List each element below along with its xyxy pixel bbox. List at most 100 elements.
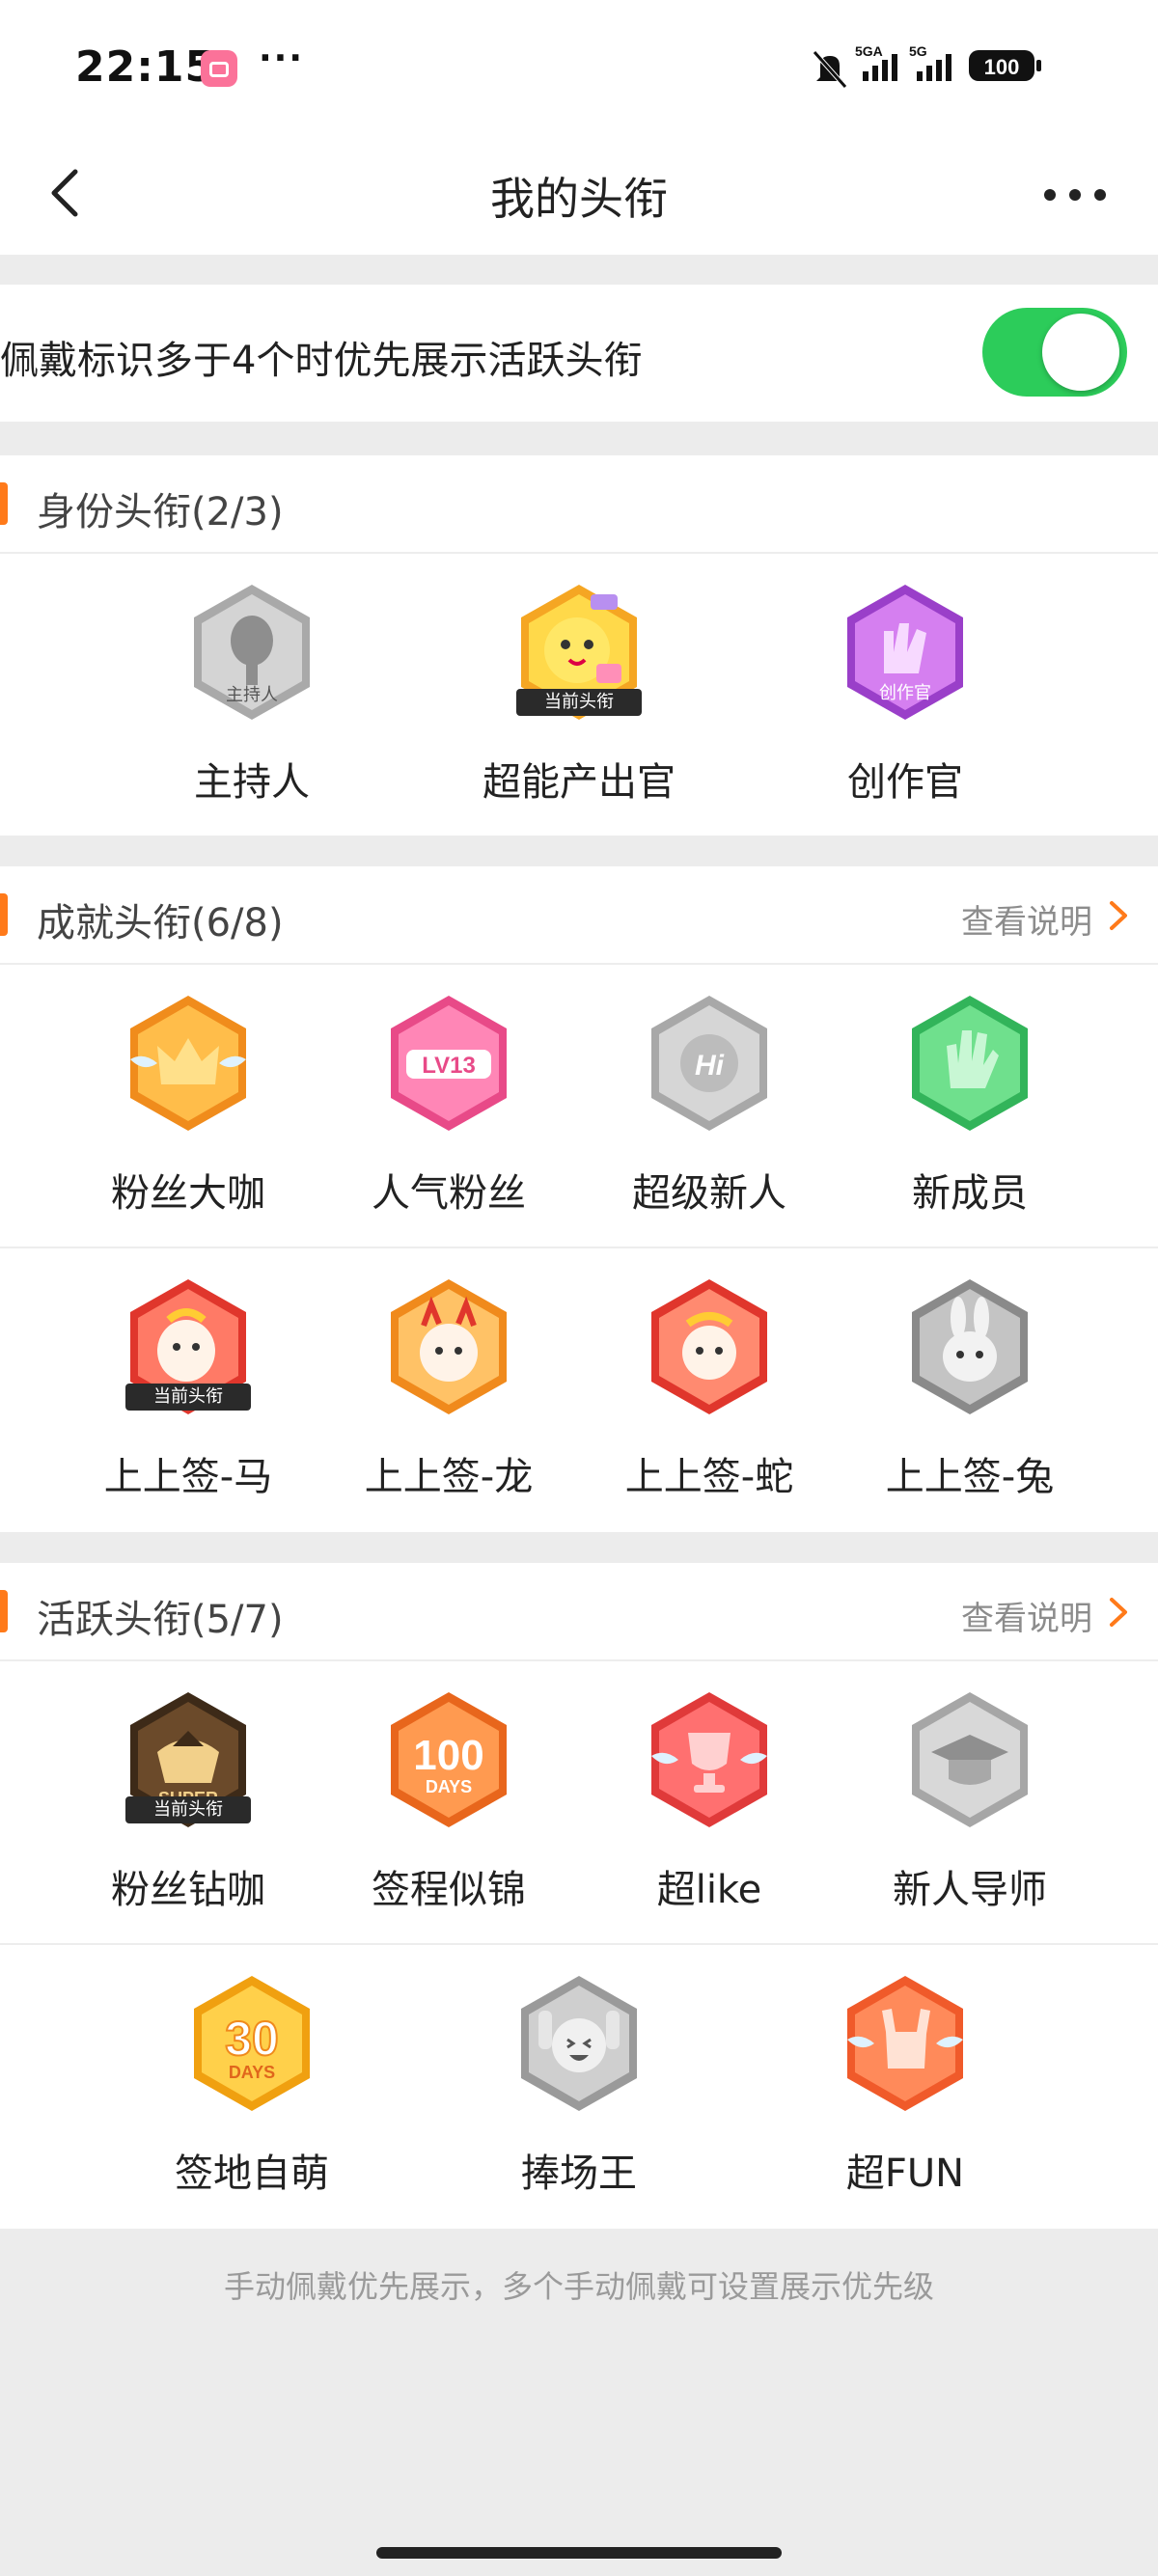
badge-item-100-days[interactable]: 100 DAYS 签程似锦 bbox=[318, 1661, 579, 1943]
home-indicator[interactable] bbox=[376, 2547, 782, 2559]
grad-cap-icon bbox=[904, 1688, 1035, 1831]
badge-label: 粉丝钻咖 bbox=[111, 1868, 265, 1912]
svg-text:主持人: 主持人 bbox=[226, 685, 278, 705]
view-explanation-link[interactable]: 查看说明 bbox=[961, 1592, 1092, 1639]
badge-label: 签地自萌 bbox=[175, 2151, 329, 2196]
badge-label: 粉丝大咖 bbox=[111, 1171, 265, 1216]
badge-item-mentor[interactable]: 新人导师 bbox=[840, 1661, 1100, 1943]
badge-item-lucky-rabbit[interactable]: 上上签-兔 bbox=[840, 1248, 1100, 1530]
nav-header: 我的头衔 bbox=[0, 135, 1158, 255]
net1-label: 5GA bbox=[855, 43, 883, 59]
battery-icon: 100 bbox=[969, 50, 1041, 81]
badge-item-super-fun[interactable]: 超FUN bbox=[775, 1945, 1035, 2227]
svg-text:DAYS: DAYS bbox=[229, 2063, 275, 2082]
badge-label: 超FUN bbox=[845, 2151, 965, 2196]
badge-label: 上上签-兔 bbox=[885, 1455, 1055, 1499]
badge-item-fan-vip[interactable]: 粉丝大咖 bbox=[58, 965, 318, 1247]
section-header: 身份头衔(2/3) bbox=[0, 455, 1158, 554]
badge-label: 创作官 bbox=[847, 760, 963, 805]
section-title: 成就头衔(6/8) bbox=[37, 901, 284, 945]
badge-item-host[interactable]: 主持人 主持人 bbox=[122, 554, 382, 836]
rock-hand-icon bbox=[840, 1972, 971, 2115]
trophy-icon bbox=[644, 1688, 775, 1831]
badge-item-cheer-king[interactable]: 捧场王 bbox=[449, 1945, 709, 2227]
badge-item-creator[interactable]: 创作官 创作官 bbox=[775, 554, 1035, 836]
status-time: 22:15 bbox=[75, 42, 216, 92]
badge-row: 主持人 主持人 当前头衔 超能产出官 创作官 创作官 bbox=[0, 554, 1158, 836]
badge-item-30-days[interactable]: 30 DAYS 签地自萌 bbox=[122, 1945, 382, 2227]
badge-label: 主持人 bbox=[194, 760, 310, 805]
toggle-knob bbox=[1042, 314, 1119, 391]
section-header: 成就头衔(6/8) 查看说明 bbox=[0, 866, 1158, 965]
badge-item-lucky-snake[interactable]: 上上签-蛇 bbox=[579, 1248, 840, 1530]
bilibili-app-icon bbox=[201, 50, 237, 87]
svg-text:Hi: Hi bbox=[695, 1050, 725, 1082]
badge-item-popular-fan[interactable]: LV13 人气粉丝 bbox=[318, 965, 579, 1247]
chevron-right-icon[interactable] bbox=[1104, 899, 1133, 932]
badge-item-super-like[interactable]: 超like bbox=[579, 1661, 840, 1943]
wave-hand-icon bbox=[904, 992, 1035, 1135]
badge-label: 超like bbox=[656, 1868, 762, 1912]
priority-toggle-switch[interactable] bbox=[982, 308, 1127, 397]
section-accent-bar bbox=[0, 1590, 8, 1632]
status-bar: 22:15 ··· 5GA 5G 100 bbox=[0, 0, 1158, 135]
priority-toggle-row: 佩戴标识多于4个时优先展示活跃头衔 bbox=[0, 285, 1158, 422]
net2-label: 5G bbox=[909, 43, 927, 59]
badge-row: 30 DAYS 签地自萌 捧场王 超FUN bbox=[0, 1945, 1158, 2227]
achievement-titles-section: 成就头衔(6/8) 查看说明 粉丝大咖 LV13 人气粉丝 Hi 超级新人 新成… bbox=[0, 866, 1158, 1532]
section-accent-bar bbox=[0, 482, 8, 525]
identity-titles-section: 身份头衔(2/3) 主持人 主持人 当前头衔 超能产出官 创作官 创作官 bbox=[0, 455, 1158, 836]
section-title: 身份头衔(2/3) bbox=[37, 490, 284, 534]
section-accent-bar bbox=[0, 893, 8, 936]
toggle-label: 佩戴标识多于4个时优先展示活跃头衔 bbox=[0, 339, 643, 383]
svg-text:DAYS: DAYS bbox=[426, 1777, 472, 1796]
mute-bell-icon bbox=[813, 50, 847, 89]
badge-item-super-producer[interactable]: 当前头衔 超能产出官 bbox=[449, 554, 709, 836]
svg-text:LV13: LV13 bbox=[422, 1053, 476, 1079]
current-title-tag: 当前头衔 bbox=[516, 689, 642, 716]
page-title: 我的头衔 bbox=[490, 173, 668, 225]
badge-label: 超级新人 bbox=[632, 1171, 786, 1216]
crown-icon bbox=[123, 992, 254, 1135]
snake-icon bbox=[644, 1275, 775, 1418]
badge-row: 粉丝大咖 LV13 人气粉丝 Hi 超级新人 新成员 bbox=[0, 965, 1158, 1248]
badge-item-lucky-dragon[interactable]: 上上签-龙 bbox=[318, 1248, 579, 1530]
badge-label: 超能产出官 bbox=[482, 760, 676, 805]
more-notifications-icon: ··· bbox=[259, 39, 305, 78]
badge-label: 新成员 bbox=[912, 1171, 1028, 1216]
badge-item-super-newcomer[interactable]: Hi 超级新人 bbox=[579, 965, 840, 1247]
more-options-button[interactable] bbox=[1036, 176, 1114, 214]
active-titles-section: 活跃头衔(5/7) 查看说明 SUPER 当前头衔 粉丝钻咖 bbox=[0, 1563, 1158, 2229]
current-title-tag: 当前头衔 bbox=[125, 1384, 251, 1411]
badge-row: 当前头衔 上上签-马 上上签-龙 上上签-蛇 上上签-兔 bbox=[0, 1248, 1158, 1530]
badge-label: 捧场王 bbox=[521, 2151, 637, 2196]
badge-label: 新人导师 bbox=[893, 1868, 1047, 1912]
badge-label: 签程似锦 bbox=[372, 1868, 526, 1912]
ellipsis-icon bbox=[1044, 189, 1106, 201]
view-explanation-link[interactable]: 查看说明 bbox=[961, 895, 1092, 943]
dragon-icon bbox=[383, 1275, 514, 1418]
chevron-right-icon[interactable] bbox=[1104, 1596, 1133, 1629]
svg-text:创作官: 创作官 bbox=[879, 683, 931, 703]
section-header: 活跃头衔(5/7) 查看说明 bbox=[0, 1563, 1158, 1661]
badge-label: 人气粉丝 bbox=[372, 1171, 526, 1216]
badge-item-lucky-horse[interactable]: 当前头衔 上上签-马 bbox=[58, 1248, 318, 1530]
cheer-icon bbox=[513, 1972, 645, 2115]
svg-text:100: 100 bbox=[413, 1732, 483, 1779]
badge-label: 上上签-马 bbox=[103, 1455, 273, 1499]
section-title: 活跃头衔(5/7) bbox=[37, 1598, 284, 1642]
badge-label: 上上签-龙 bbox=[364, 1455, 534, 1499]
signal-5g-icon: 5G bbox=[909, 43, 951, 81]
badge-item-fan-diamond[interactable]: SUPER 当前头衔 粉丝钻咖 bbox=[58, 1661, 318, 1943]
days30-icon: 30 DAYS bbox=[186, 1972, 317, 2115]
current-title-tag: 当前头衔 bbox=[125, 1796, 251, 1823]
level-icon: LV13 bbox=[383, 992, 514, 1135]
rabbit-icon bbox=[904, 1275, 1035, 1418]
badge-row: SUPER 当前头衔 粉丝钻咖 100 DAYS 签程似锦 bbox=[0, 1661, 1158, 1945]
footer-note: 手动佩戴优先展示，多个手动佩戴可设置展示优先级 bbox=[223, 2268, 934, 2305]
mic-icon: 主持人 bbox=[186, 581, 317, 724]
hi-icon: Hi bbox=[644, 992, 775, 1135]
badge-item-new-member[interactable]: 新成员 bbox=[840, 965, 1100, 1247]
status-icons: 5GA 5G 100 bbox=[813, 42, 1083, 91]
hand-icon: 创作官 bbox=[840, 581, 971, 724]
